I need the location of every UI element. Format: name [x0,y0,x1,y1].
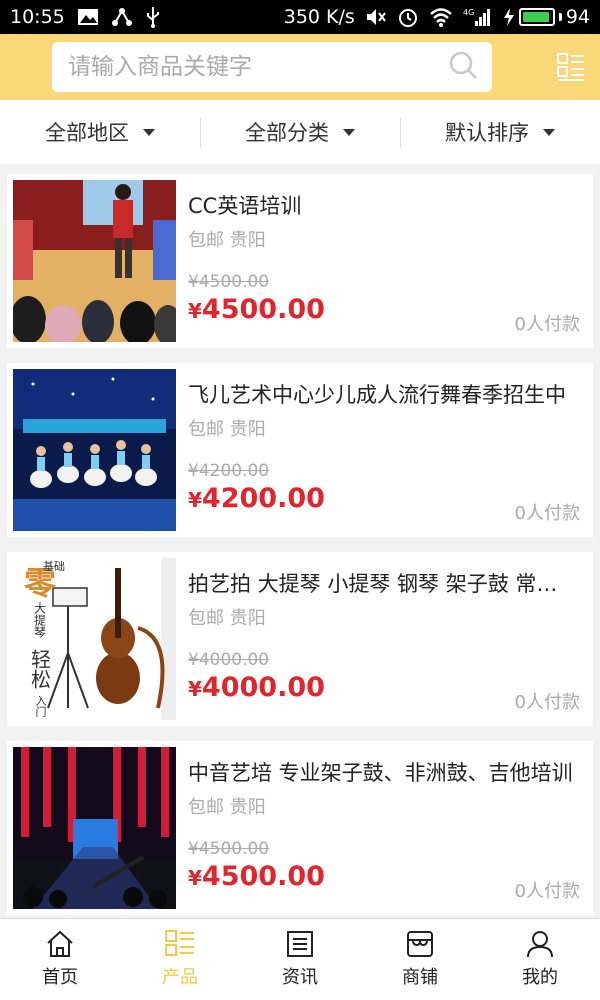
sale-price: ¥4200.00 [188,483,325,514]
wifi-icon [429,7,453,27]
product-image[interactable] [13,369,176,531]
tab-products[interactable]: 产品 [120,919,240,1000]
currency-symbol: ¥ [188,299,202,323]
signal-icon: 4G [463,7,493,27]
product-location: 包邮 贵阳 [188,608,266,629]
tab-products-label: 产品 [162,967,198,988]
product-title[interactable]: 中音艺培 专业架子鼓、非洲鼓、吉他培训 [188,757,578,787]
tab-news-label: 资讯 [282,967,318,988]
sale-price: ¥4500.00 [188,294,325,325]
search-icon[interactable] [448,50,478,84]
product-card[interactable]: 飞儿艺术中心少儿成人流行舞春季招生中 包邮 贵阳 ¥4200.00 ¥4200.… [7,363,593,537]
paid-count: 0人付款 [514,881,580,902]
header [0,34,600,100]
tab-stores[interactable]: 商铺 [360,919,480,1000]
price-value: 4500.00 [201,294,325,325]
share-notification-icon [111,7,133,27]
filter-category-label: 全部分类 [245,121,329,145]
product-card[interactable]: 中音艺培 专业架子鼓、非洲鼓、吉他培训 包邮 贵阳 ¥4500.00 ¥4500… [7,741,593,915]
mute-icon [365,7,387,27]
list-menu-button[interactable] [556,52,586,82]
home-icon [47,930,73,957]
news-icon [287,931,313,957]
image-overlay-text: 零 基础 大提琴 轻松 入门 [15,558,65,720]
svg-text:4G: 4G [463,8,474,17]
product-card[interactable]: CC英语培训 包邮 贵阳 ¥4500.00 ¥4500.00 0人付款 [7,174,593,348]
image-text-entry: 入门 [34,695,47,717]
product-title[interactable]: CC英语培训 [188,190,578,220]
filter-sort[interactable]: 默认排序 [400,100,600,164]
product-card[interactable]: 零 基础 大提琴 轻松 入门 拍艺拍 大提琴 小提琴 钢琴 架子鼓 常年招生 包… [7,552,593,726]
caret-down-icon [343,128,355,136]
product-grid-icon [165,930,194,956]
search-box[interactable] [52,42,492,92]
price-value: 4000.00 [201,672,325,703]
product-location: 包邮 贵阳 [188,797,266,818]
charging-icon [503,8,514,26]
filter-region[interactable]: 全部地区 [0,100,200,164]
price-value: 4200.00 [201,483,325,514]
search-input[interactable] [68,54,448,80]
currency-symbol: ¥ [188,488,202,512]
tab-me[interactable]: 我的 [480,919,600,1000]
tab-home-label: 首页 [42,967,78,988]
sale-price: ¥4000.00 [188,672,325,703]
product-title[interactable]: 拍艺拍 大提琴 小提琴 钢琴 架子鼓 常年招生 [188,568,578,598]
original-price: ¥4500.00 [188,839,270,859]
currency-symbol: ¥ [188,866,202,890]
paid-count: 0人付款 [514,503,580,524]
store-icon [407,931,433,957]
alarm-icon [397,6,419,28]
paid-count: 0人付款 [514,314,580,335]
filter-region-label: 全部地区 [45,121,129,145]
list-menu-icon [557,53,584,81]
product-image[interactable] [13,747,176,909]
status-bar: 10:55 350 K/s 4G 94 [0,0,600,34]
original-price: ¥4000.00 [188,650,270,670]
original-price: ¥4500.00 [188,272,270,292]
caret-down-icon [543,128,555,136]
price-value: 4500.00 [201,861,325,892]
caret-down-icon [143,128,155,136]
paid-count: 0人付款 [514,692,580,713]
product-location: 包邮 贵阳 [188,230,266,251]
status-time: 10:55 [10,6,65,28]
network-speed: 350 K/s [283,6,355,28]
original-price: ¥4200.00 [188,461,270,481]
battery-level: 94 [565,6,590,28]
image-notification-icon [77,8,99,26]
user-icon [527,931,553,958]
product-location: 包邮 贵阳 [188,419,266,440]
tab-stores-label: 商铺 [402,967,438,988]
filter-bar: 全部地区 全部分类 默认排序 [0,100,600,164]
tab-me-label: 我的 [522,967,558,988]
filter-sort-label: 默认排序 [445,121,529,145]
currency-symbol: ¥ [188,677,202,701]
product-list: CC英语培训 包邮 贵阳 ¥4500.00 ¥4500.00 0人付款 飞儿艺术… [7,174,593,930]
sale-price: ¥4500.00 [188,861,325,892]
battery-indicator: 94 [503,6,590,28]
product-image[interactable]: 零 基础 大提琴 轻松 入门 [13,558,176,720]
tab-news[interactable]: 资讯 [240,919,360,1000]
filter-category[interactable]: 全部分类 [200,100,400,164]
image-text-basic: 基础 [43,560,65,573]
tab-home[interactable]: 首页 [0,919,120,1000]
product-image[interactable] [13,180,176,342]
product-title[interactable]: 飞儿艺术中心少儿成人流行舞春季招生中 [188,379,578,409]
usb-icon [145,6,161,28]
bottom-tab-bar: 首页 产品 资讯 商铺 我的 [0,918,600,1000]
image-text-easy: 轻松 [27,649,52,689]
image-text-cello: 大提琴 [32,602,47,638]
